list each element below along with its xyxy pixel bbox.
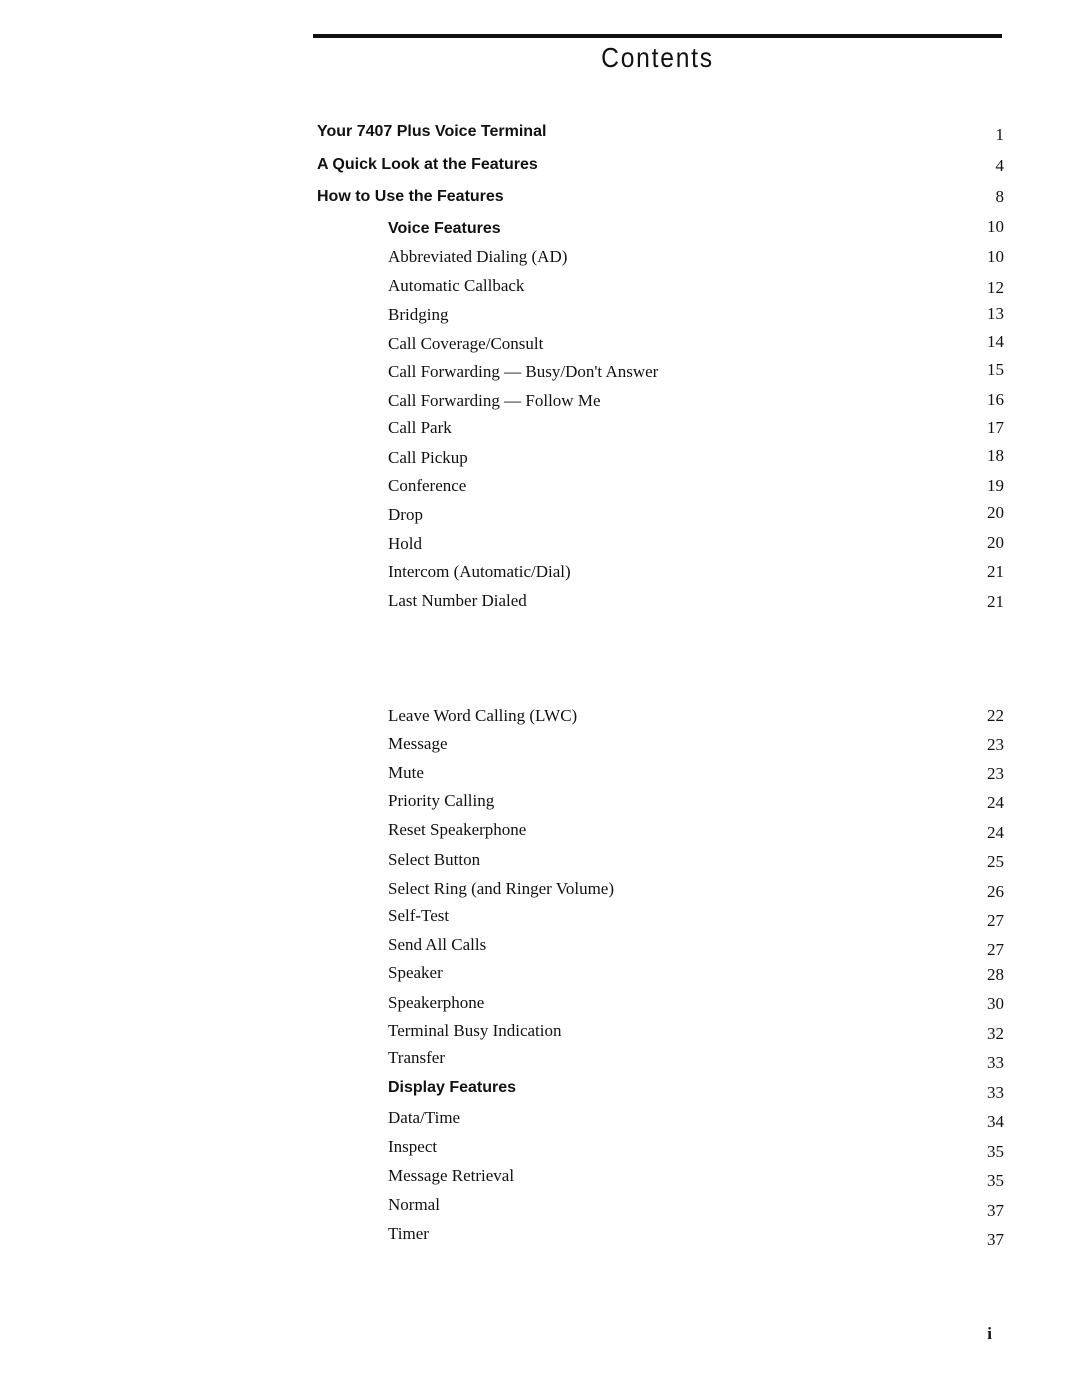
toc-entry-page-number: 37 [987, 1201, 1004, 1220]
toc-entry-label: Intercom (Automatic/Dial) [388, 562, 571, 581]
toc-entry-page-number: 16 [987, 390, 1004, 409]
toc-entry-page-number: 4 [995, 156, 1005, 175]
toc-entry-page-number: 35 [987, 1142, 1004, 1161]
toc-entry-label: Voice Features [388, 220, 501, 237]
toc-entry-page-number: 20 [987, 533, 1004, 552]
toc-entry-page-number: 15 [987, 360, 1004, 379]
toc-entry-label: Send All Calls [388, 935, 487, 954]
toc-entry-label: Speakerphone [388, 993, 485, 1012]
toc-entry-page-number: 20 [987, 503, 1004, 522]
toc-entry-label: Transfer [388, 1048, 445, 1067]
toc-entry-page-number: 34 [987, 1112, 1004, 1131]
toc-entry-page-number: 37 [987, 1230, 1004, 1249]
toc-entry-page-number: 23 [987, 764, 1004, 783]
toc-entry-page-number: 32 [987, 1024, 1004, 1043]
toc-entry-label: Self-Test [388, 906, 450, 925]
toc-entry-page-number: 10 [987, 217, 1004, 236]
toc-entry-label: Display Features [388, 1079, 517, 1096]
toc-entry-label: Priority Calling [388, 791, 495, 810]
toc-entry-label: Mute [388, 763, 424, 782]
toc-entry-label: Inspect [388, 1137, 438, 1156]
toc-entry-page-number: 27 [987, 911, 1004, 930]
toc-entry-label: Timer [388, 1224, 429, 1243]
header-rule [313, 34, 1002, 38]
toc-entry-label: Normal [388, 1195, 440, 1214]
toc-entry-label: Select Ring (and Ringer Volume) [388, 879, 615, 898]
toc-entry-label: Abbreviated Dialing (AD) [388, 247, 568, 266]
toc-entry-label: Call Forwarding — Busy/Don't Answer [388, 362, 659, 381]
toc-entry-label: How to Use the Features [317, 188, 504, 205]
toc-entry-page-number: 24 [987, 823, 1004, 842]
toc-entry-page-number: 28 [987, 965, 1004, 984]
toc-entry-label: Terminal Busy Indication [388, 1021, 562, 1040]
toc-entry-page-number: 27 [987, 940, 1004, 959]
toc-entry-page-number: 21 [987, 562, 1004, 581]
toc-entry-label: Hold [388, 534, 422, 553]
toc-entry-label: Leave Word Calling (LWC) [388, 706, 578, 725]
toc-entry-label: Call Park [388, 418, 452, 437]
toc-entry-label: Drop [388, 505, 423, 524]
toc-entry-page-number: 24 [987, 793, 1004, 812]
page-number: i [987, 1324, 992, 1343]
toc-entry-label: Your 7407 Plus Voice Terminal [317, 123, 547, 140]
toc-entry-page-number: 1 [995, 125, 1005, 144]
toc-entry-page-number: 26 [987, 882, 1004, 901]
toc-entry-page-number: 33 [987, 1053, 1004, 1072]
toc-entry-label: Message Retrieval [388, 1166, 515, 1185]
toc-entry-page-number: 13 [987, 304, 1004, 323]
toc-entry-page-number: 19 [987, 476, 1004, 495]
toc-entry[interactable]: Timer 37 [0, 0, 1080, 1249]
toc-entry-label: Last Number Dialed [388, 591, 527, 610]
toc-entry-label: Call Coverage/Consult [388, 334, 544, 353]
toc-entry-label: Call Pickup [388, 448, 468, 467]
page-title: Contents [601, 42, 714, 73]
toc-entry-page-number: 21 [987, 592, 1004, 611]
toc-entry-page-number: 17 [987, 418, 1004, 437]
toc-entry-label: Select Button [388, 850, 481, 869]
toc-entry-label: Message [388, 734, 448, 753]
toc-entry-page-number: 23 [987, 735, 1004, 754]
toc-entry-label: Reset Speakerphone [388, 820, 527, 839]
toc-entry-label: Speaker [388, 963, 443, 982]
toc-entry-label: A Quick Look at the Features [317, 156, 538, 173]
toc-entry-page-number: 30 [987, 994, 1004, 1013]
toc-entry-page-number: 18 [987, 446, 1004, 465]
toc-entry-page-number: 12 [987, 278, 1004, 297]
toc-entry-page-number: 8 [995, 187, 1005, 206]
toc-entry-page-number: 35 [987, 1171, 1004, 1190]
toc-entry-page-number: 25 [987, 852, 1004, 871]
toc-entry-page-number: 33 [987, 1083, 1004, 1102]
toc-entry-label: Conference [388, 476, 467, 495]
toc-entry-page-number: 22 [987, 706, 1004, 725]
toc-entry-page-number: 10 [987, 247, 1004, 266]
toc-entry-page-number: 14 [987, 332, 1004, 351]
toc-entry-label: Call Forwarding — Follow Me [388, 391, 601, 410]
toc-entry-label: Automatic Callback [388, 276, 525, 295]
toc-entry-label: Bridging [388, 305, 449, 324]
toc-entry-label: Data/Time [388, 1108, 461, 1127]
